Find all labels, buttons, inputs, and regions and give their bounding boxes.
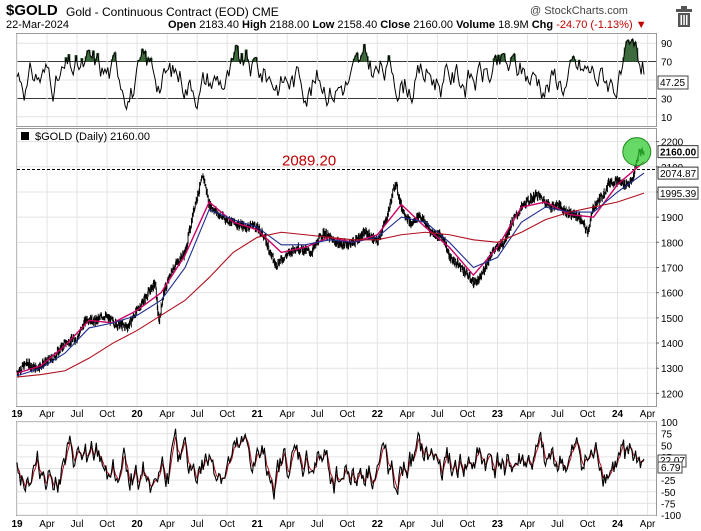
x-axis-label: Jul	[551, 519, 564, 530]
price-tick-label: 1300	[661, 364, 684, 375]
williams-tick-label: 50	[661, 441, 673, 452]
x-axis-label: 24	[612, 519, 624, 530]
x-axis-label: Oct	[460, 409, 476, 420]
williams-signal-value: 6.79	[661, 463, 681, 474]
x-axis-label: Oct	[99, 409, 115, 420]
x-axis-label: 19	[11, 519, 23, 530]
price-x-axis: 19 Apr Jul Oct 20 Apr Jul Oct 21 Apr Jul Oct 22 Apr Ju…	[11, 409, 656, 420]
rsi-last-value: 47.25	[660, 78, 685, 89]
x-axis-label: 24	[612, 409, 624, 420]
williams-panel: 1007550250-25-50-75-100 22.07 6.79 19Apr…	[11, 418, 687, 530]
x-axis-label: Oct	[580, 519, 596, 530]
x-axis-label: Apr	[400, 409, 416, 420]
long-ma-last-tag: 1995.39	[660, 189, 697, 200]
x-axis-label: Apr	[39, 409, 55, 420]
price-tick-label: 1800	[661, 238, 684, 249]
williams-tick-label: 100	[661, 418, 678, 429]
x-axis-label: Oct	[340, 519, 356, 530]
price-last-value-tags: 2160.00 2074.87 1995.39	[657, 145, 699, 200]
x-axis-label: Apr	[159, 519, 175, 530]
x-axis-label: Jul	[71, 519, 84, 530]
x-axis-label: Apr	[39, 519, 55, 530]
x-axis-label: Oct	[340, 409, 356, 420]
williams-tick-label: 75	[661, 430, 673, 441]
rsi-tick-label: 30	[661, 94, 673, 105]
x-axis-label: 22	[372, 409, 384, 420]
price-tick-label: 1600	[661, 289, 684, 300]
price-last-tag: 2160.00	[660, 148, 697, 159]
williams-tick-label: -25	[661, 476, 676, 487]
x-axis-label: Apr	[640, 409, 656, 420]
price-panel: 2089.20 $GOLD (Daily) 2160.00 2200210020…	[11, 128, 699, 420]
rsi-tick-label: 70	[661, 58, 673, 69]
rsi-panel: 9070503010 47.25	[16, 33, 689, 127]
x-axis-label: Jul	[551, 409, 564, 420]
x-axis-label: 21	[252, 519, 264, 530]
x-axis-label: Apr	[400, 519, 416, 530]
williams-tick-label: -75	[661, 499, 676, 510]
x-axis-label: Oct	[219, 519, 235, 530]
price-panel-title: $GOLD (Daily) 2160.00	[35, 131, 150, 143]
price-tick-label: 1900	[661, 213, 684, 224]
x-axis-label: 21	[252, 409, 264, 420]
price-legend-swatch	[21, 132, 29, 140]
x-axis-label: Apr	[520, 519, 536, 530]
x-axis-label: Jul	[71, 409, 84, 420]
x-axis-label: Apr	[279, 409, 295, 420]
williams-last-value-tags: 22.07 6.79	[657, 454, 687, 474]
x-axis-label: Jul	[431, 409, 444, 420]
x-axis-label: Oct	[219, 409, 235, 420]
x-axis-label: Jul	[311, 519, 324, 530]
x-axis-label: Oct	[99, 519, 115, 530]
resistance-label: 2089.20	[282, 152, 336, 169]
x-axis-label: Jul	[311, 409, 324, 420]
x-axis-label: Jul	[191, 409, 204, 420]
x-axis-label: 22	[372, 519, 384, 530]
rsi-tick-label: 90	[661, 39, 673, 50]
x-axis-label: Apr	[279, 519, 295, 530]
x-axis-label: 23	[492, 409, 504, 420]
x-axis-label: Oct	[460, 519, 476, 530]
price-tick-label: 1400	[661, 339, 684, 350]
x-axis-label: Apr	[640, 519, 656, 530]
x-axis-label: 20	[132, 409, 144, 420]
x-axis-label: Apr	[520, 409, 536, 420]
price-tick-label: 1500	[661, 314, 684, 325]
rsi-tick-label: 10	[661, 113, 673, 124]
price-tick-label: 1200	[661, 389, 684, 400]
williams-x-axis: 19 Apr Jul Oct 20 Apr Jul Oct 21 Apr Jul Oct 22 Apr Ju…	[11, 519, 656, 530]
mid-ma-last-tag: 2074.87	[660, 169, 697, 180]
chart-canvas: 90 70 50 30 10 47.25 2089.20 $GOLD (Daily) 2…	[11, 33, 699, 530]
x-axis-label: Jul	[431, 519, 444, 530]
x-axis-label: Jul	[191, 519, 204, 530]
williams-tick-label: -100	[661, 511, 681, 522]
highlight-circle	[622, 137, 652, 167]
williams-tick-label: -50	[661, 488, 676, 499]
rsi-last-value-tag: 47.25	[657, 75, 689, 90]
x-axis-label: 19	[11, 409, 23, 420]
x-axis-label: Apr	[159, 409, 175, 420]
x-axis-label: 20	[132, 519, 144, 530]
x-axis-label: 23	[492, 519, 504, 530]
price-tick-label: 1700	[661, 264, 684, 275]
x-axis-label: Oct	[580, 409, 596, 420]
